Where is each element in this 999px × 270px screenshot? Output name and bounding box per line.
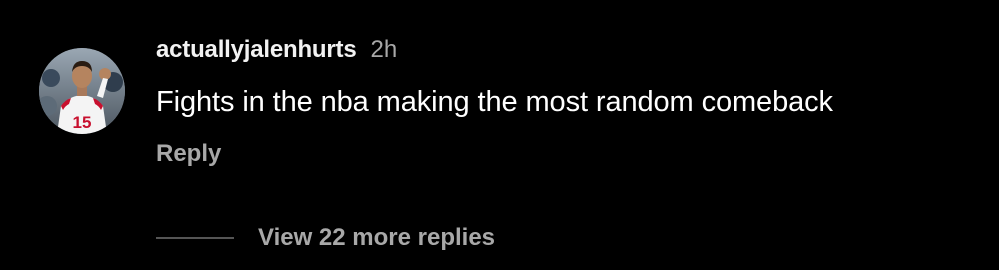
comment-text: Fights in the nba making the most random… — [156, 86, 833, 118]
view-more-replies-label: View 22 more replies — [258, 224, 496, 251]
username-link[interactable]: actuallyjalenhurts — [156, 36, 357, 64]
replies-divider — [156, 237, 234, 239]
comment-item: 15 actuallyjalenhurts 2h Fights in the n… — [0, 0, 999, 270]
avatar[interactable]: 15 — [39, 48, 125, 134]
comment-timestamp: 2h — [370, 36, 398, 63]
comment-meta: actuallyjalenhurts 2h — [156, 36, 397, 68]
view-more-replies-button[interactable]: View 22 more replies — [156, 221, 495, 255]
reply-button[interactable]: Reply — [156, 140, 221, 168]
jersey-number: 15 — [73, 113, 92, 132]
avatar-photo-icon: 15 — [39, 48, 125, 134]
